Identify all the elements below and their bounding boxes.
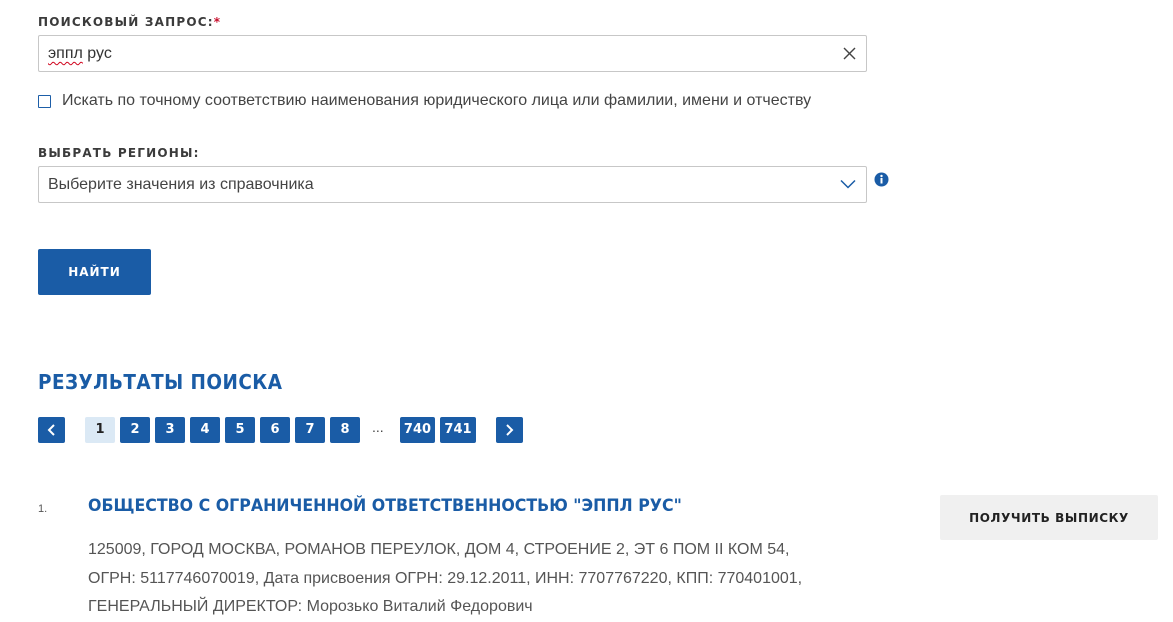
chevron-down-icon[interactable] (840, 179, 856, 189)
pagination-page-2[interactable]: 2 (120, 417, 150, 443)
results-title: РЕЗУЛЬТАТЫ ПОИСКА (38, 370, 283, 394)
pagination-page-8[interactable]: 8 (330, 417, 360, 443)
result-director: ГЕНЕРАЛЬНЫЙ ДИРЕКТОР: Морозько Виталий Ф… (88, 598, 533, 615)
required-mark: * (213, 15, 222, 29)
exact-match-checkbox[interactable] (38, 94, 51, 108)
pagination-page-3[interactable]: 3 (155, 417, 185, 443)
misspelled-word: эппл (48, 45, 83, 62)
result-company-name-link[interactable]: ОБЩЕСТВО С ОГРАНИЧЕННОЙ ОТВЕТСТВЕННОСТЬЮ… (88, 496, 682, 516)
pagination-prev-button[interactable] (38, 417, 65, 443)
chevron-right-icon (506, 424, 514, 436)
pagination-page-740[interactable]: 740 (400, 417, 435, 443)
info-icon[interactable] (874, 172, 889, 187)
pagination-ellipsis: ... (372, 419, 384, 435)
pagination-page-4[interactable]: 4 (190, 417, 220, 443)
search-input-rest: рус (82, 45, 112, 62)
pagination-page-741[interactable]: 741 (440, 417, 476, 443)
exact-match-row[interactable]: Искать по точному соответствию наименова… (38, 92, 811, 110)
pagination-page-1[interactable]: 1 (85, 417, 115, 443)
exact-match-label[interactable]: Искать по точному соответствию наименова… (62, 92, 811, 110)
chevron-left-icon (47, 424, 55, 436)
close-icon[interactable] (842, 46, 857, 61)
regions-select-placeholder[interactable]: Выберите значения из справочника (48, 176, 314, 194)
search-label-text: ПОИСКОВЫЙ ЗАПРОС: (38, 15, 214, 29)
pagination-next-button[interactable] (496, 417, 523, 443)
search-input-value[interactable]: эппл рус (48, 45, 112, 63)
result-number: 1. (38, 503, 48, 515)
regions-select[interactable]: Выберите значения из справочника (38, 166, 867, 203)
search-input[interactable]: эппл рус (38, 35, 867, 72)
search-page: ПОИСКОВЫЙ ЗАПРОС:* эппл рус Искать по то… (0, 0, 1173, 622)
regions-label: ВЫБРАТЬ РЕГИОНЫ: (38, 146, 200, 160)
pagination-page-7[interactable]: 7 (295, 417, 325, 443)
pagination-page-5[interactable]: 5 (225, 417, 255, 443)
search-label: ПОИСКОВЫЙ ЗАПРОС:* (38, 15, 221, 29)
pagination-page-6[interactable]: 6 (260, 417, 290, 443)
get-extract-button[interactable]: ПОЛУЧИТЬ ВЫПИСКУ (940, 495, 1158, 540)
search-button[interactable]: НАЙТИ (38, 249, 151, 295)
result-address: 125009, ГОРОД МОСКВА, РОМАНОВ ПЕРЕУЛОК, … (88, 541, 790, 558)
result-details: ОГРН: 5117746070019, Дата присвоения ОГР… (88, 570, 803, 587)
